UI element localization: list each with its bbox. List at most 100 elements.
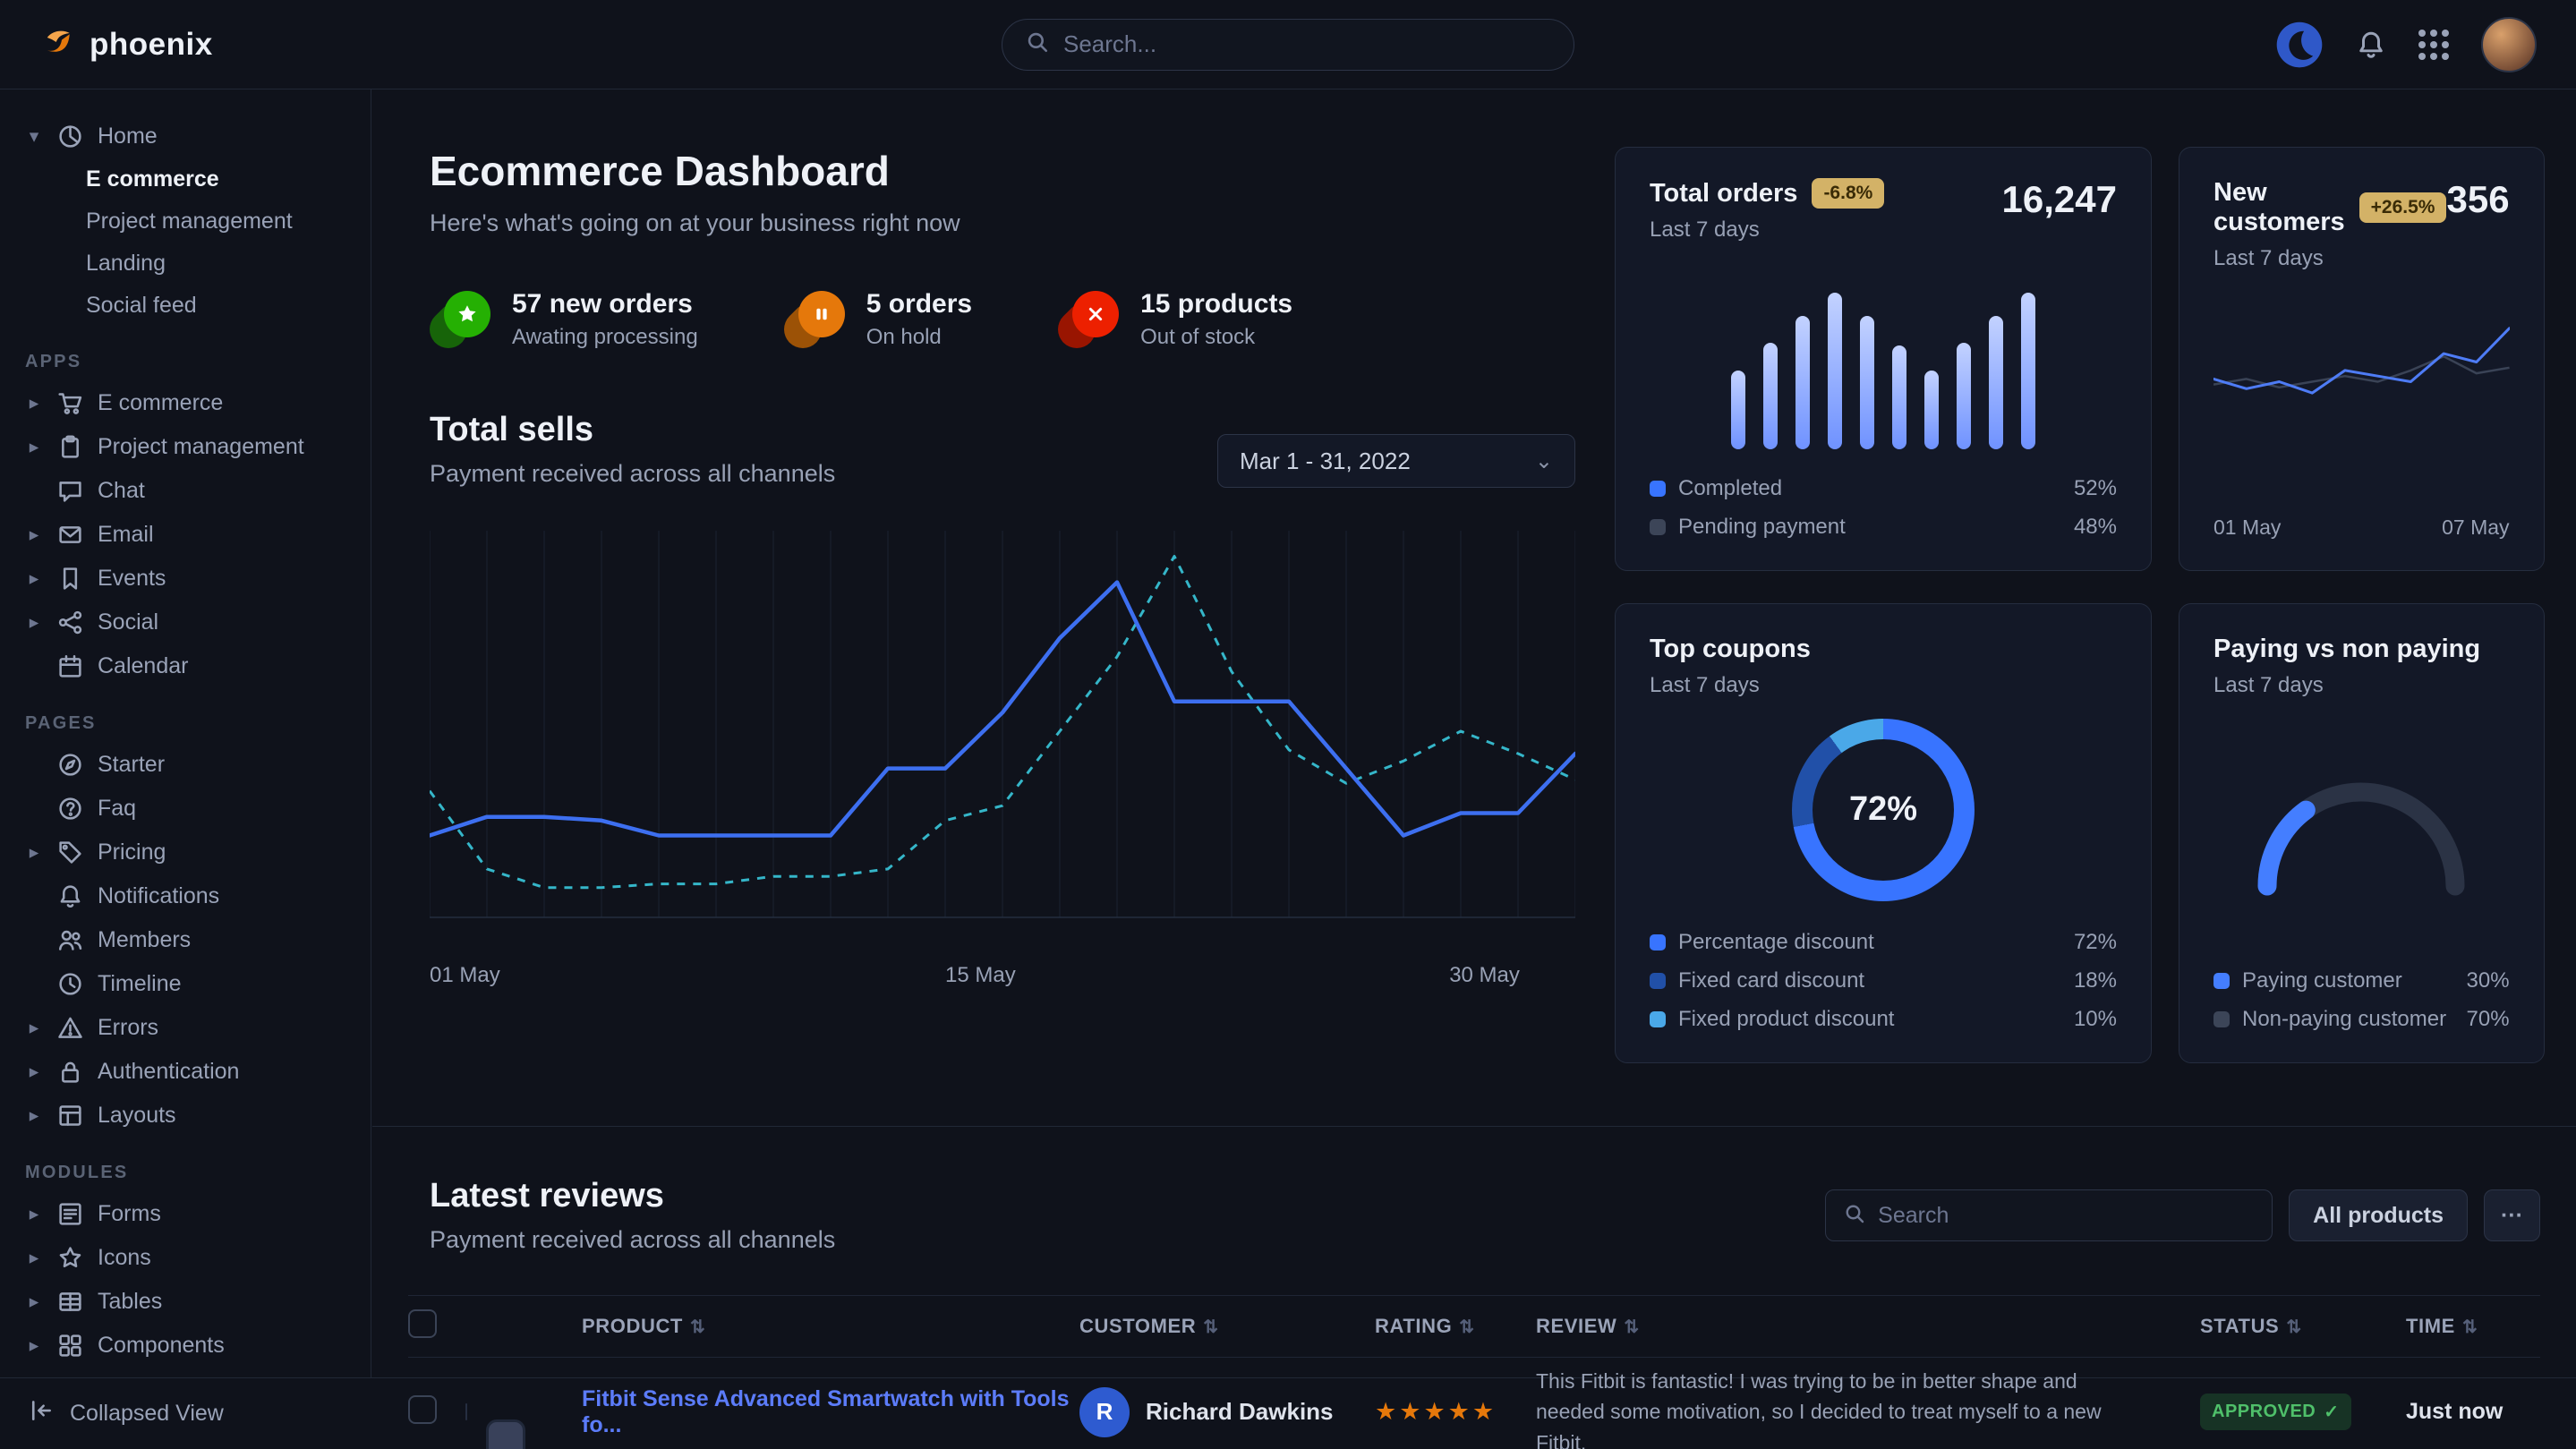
chevron-down-icon: ⌄ bbox=[1535, 448, 1553, 474]
sidebar-item-project-management[interactable]: Project management bbox=[25, 200, 349, 243]
legend-label: Percentage discount bbox=[1678, 930, 1874, 955]
apps-grid-icon[interactable] bbox=[2418, 30, 2449, 60]
sidebar-section-label: APPS bbox=[25, 352, 349, 372]
search-input[interactable] bbox=[1063, 30, 1550, 58]
customer-cell: R Richard Dawkins bbox=[1079, 1387, 1375, 1437]
sidebar-item-e-commerce[interactable]: ▸ E commerce bbox=[25, 381, 349, 425]
sidebar-item-calendar[interactable]: Calendar bbox=[25, 644, 349, 688]
brand[interactable]: phoenix bbox=[39, 24, 213, 64]
legend-value: 72% bbox=[2074, 930, 2117, 955]
sidebar-item-faq[interactable]: Faq bbox=[25, 787, 349, 831]
reviews-search[interactable] bbox=[1825, 1189, 2273, 1241]
sidebar-item-timeline[interactable]: Timeline bbox=[25, 962, 349, 1006]
column-header-rating[interactable]: RATING⇅ bbox=[1375, 1315, 1536, 1338]
caret-icon: ▸ bbox=[25, 611, 43, 634]
row-checkbox[interactable] bbox=[408, 1395, 437, 1424]
sidebar-item-pricing[interactable]: ▸ Pricing bbox=[25, 831, 349, 874]
sidebar-item-label: Notifications bbox=[98, 883, 219, 909]
sidebar-item-authentication[interactable]: ▸ Authentication bbox=[25, 1050, 349, 1094]
legend-value: 48% bbox=[2074, 515, 2117, 540]
sidebar-item-components[interactable]: ▸ Components bbox=[25, 1324, 349, 1368]
sidebar-item-home[interactable]: ▾ Home bbox=[25, 115, 349, 158]
all-products-button[interactable]: All products bbox=[2289, 1189, 2468, 1241]
legend-item: Percentage discount 72% bbox=[1650, 930, 2117, 955]
select-all-checkbox[interactable] bbox=[408, 1309, 437, 1338]
top-coupons-donut-chart: 72% bbox=[1650, 716, 2117, 903]
table-row: Fitbit Sense Advanced Smartwatch with To… bbox=[408, 1358, 2540, 1449]
card-period: Last 7 days bbox=[1650, 217, 1884, 243]
sidebar-item-events[interactable]: ▸ Events bbox=[25, 557, 349, 601]
notifications-bell-icon[interactable] bbox=[2356, 30, 2386, 60]
sidebar-item-errors[interactable]: ▸ Errors bbox=[25, 1006, 349, 1050]
sidebar-item-label: E commerce bbox=[86, 166, 219, 192]
users-icon bbox=[57, 927, 83, 953]
user-avatar[interactable] bbox=[2481, 17, 2537, 72]
sidebar-item-icons[interactable]: ▸ Icons bbox=[25, 1236, 349, 1280]
theme-toggle-moon-icon[interactable] bbox=[2275, 21, 2324, 69]
legend-item: Pending payment 48% bbox=[1650, 515, 2117, 540]
sidebar-item-label: Errors bbox=[98, 1015, 158, 1041]
sidebar-item-chat[interactable]: Chat bbox=[25, 469, 349, 513]
legend-label: Non-paying customer bbox=[2242, 1007, 2446, 1032]
order-bar bbox=[1796, 316, 1810, 449]
legend-item: Non-paying customer 70% bbox=[2213, 1007, 2510, 1032]
date-range-value: Mar 1 - 31, 2022 bbox=[1240, 447, 1411, 475]
card-period: Last 7 days bbox=[2213, 246, 2446, 271]
total-sells-chart: 01 May 15 May 30 May bbox=[430, 527, 1575, 995]
sidebar-item-label: Email bbox=[98, 522, 154, 548]
donut-center-value: 72% bbox=[1792, 719, 1975, 901]
column-header-status[interactable]: STATUS⇅ bbox=[2200, 1315, 2406, 1338]
calendar-icon bbox=[57, 653, 83, 679]
sort-icon: ⇅ bbox=[2462, 1317, 2478, 1337]
column-header-review[interactable]: REVIEW⇅ bbox=[1536, 1315, 2200, 1338]
legend-value: 70% bbox=[2467, 1007, 2510, 1032]
more-options-button[interactable]: ··· bbox=[2484, 1189, 2540, 1241]
sidebar-item-email[interactable]: ▸ Email bbox=[25, 513, 349, 557]
product-link[interactable]: Fitbit Sense Advanced Smartwatch with To… bbox=[582, 1386, 1070, 1437]
sidebar-item-e-commerce[interactable]: E commerce bbox=[25, 158, 349, 200]
sidebar-item-project-management[interactable]: ▸ Project management bbox=[25, 425, 349, 469]
sidebar-item-landing[interactable]: Landing bbox=[25, 243, 349, 285]
date-range-select[interactable]: Mar 1 - 31, 2022 ⌄ bbox=[1217, 434, 1575, 488]
caret-icon: ▸ bbox=[25, 1104, 43, 1127]
chat-icon bbox=[57, 478, 83, 504]
order-bar bbox=[1828, 293, 1842, 449]
sidebar-item-tables[interactable]: ▸ Tables bbox=[25, 1280, 349, 1324]
phoenix-logo-icon bbox=[39, 24, 75, 64]
sort-icon: ⇅ bbox=[1203, 1317, 1218, 1337]
bell-icon bbox=[57, 883, 83, 909]
stat-awating-processing: 57 new orders Awating processing bbox=[430, 289, 698, 350]
check-icon: ✓ bbox=[2324, 1401, 2339, 1423]
sidebar-item-starter[interactable]: Starter bbox=[25, 743, 349, 787]
search-icon bbox=[1844, 1203, 1865, 1229]
pie-chart-icon bbox=[57, 124, 83, 149]
reviews-search-input[interactable] bbox=[1878, 1203, 2254, 1229]
legend-label: Pending payment bbox=[1678, 515, 1846, 540]
sidebar-item-forms[interactable]: ▸ Forms bbox=[25, 1192, 349, 1236]
caret-icon: ▸ bbox=[25, 1247, 43, 1269]
sidebar-item-label: Calendar bbox=[98, 653, 188, 679]
paying-gauge-chart bbox=[2213, 711, 2510, 947]
sidebar-item-layouts[interactable]: ▸ Layouts bbox=[25, 1094, 349, 1138]
sidebar-item-label: Members bbox=[98, 927, 191, 953]
legend-swatch bbox=[2213, 973, 2230, 989]
legend-value: 52% bbox=[2074, 476, 2117, 501]
sidebar-item-social[interactable]: ▸ Social bbox=[25, 601, 349, 644]
column-header-customer[interactable]: CUSTOMER⇅ bbox=[1079, 1315, 1375, 1338]
sidebar-item-members[interactable]: Members bbox=[25, 918, 349, 962]
reviews-table: PRODUCT⇅ CUSTOMER⇅ RATING⇅ REVIEW⇅ STATU… bbox=[408, 1295, 2540, 1449]
column-header-time[interactable]: TIME⇅ bbox=[2406, 1315, 2540, 1338]
sort-icon: ⇅ bbox=[1459, 1317, 1474, 1337]
sidebar-item-notifications[interactable]: Notifications bbox=[25, 874, 349, 918]
sidebar-item-social-feed[interactable]: Social feed bbox=[25, 285, 349, 327]
legend-label: Paying customer bbox=[2242, 968, 2402, 993]
legend-swatch bbox=[1650, 1011, 1666, 1027]
order-bar bbox=[1957, 343, 1971, 449]
stat-on-hold: 5 orders On hold bbox=[784, 289, 972, 350]
sidebar-section-label: MODULES bbox=[25, 1163, 349, 1183]
sort-icon: ⇅ bbox=[690, 1317, 705, 1337]
column-header-product[interactable]: PRODUCT⇅ bbox=[582, 1315, 1079, 1338]
legend-item: Completed 52% bbox=[1650, 476, 2117, 501]
global-search[interactable] bbox=[1002, 19, 1574, 71]
lock-icon bbox=[57, 1059, 83, 1085]
